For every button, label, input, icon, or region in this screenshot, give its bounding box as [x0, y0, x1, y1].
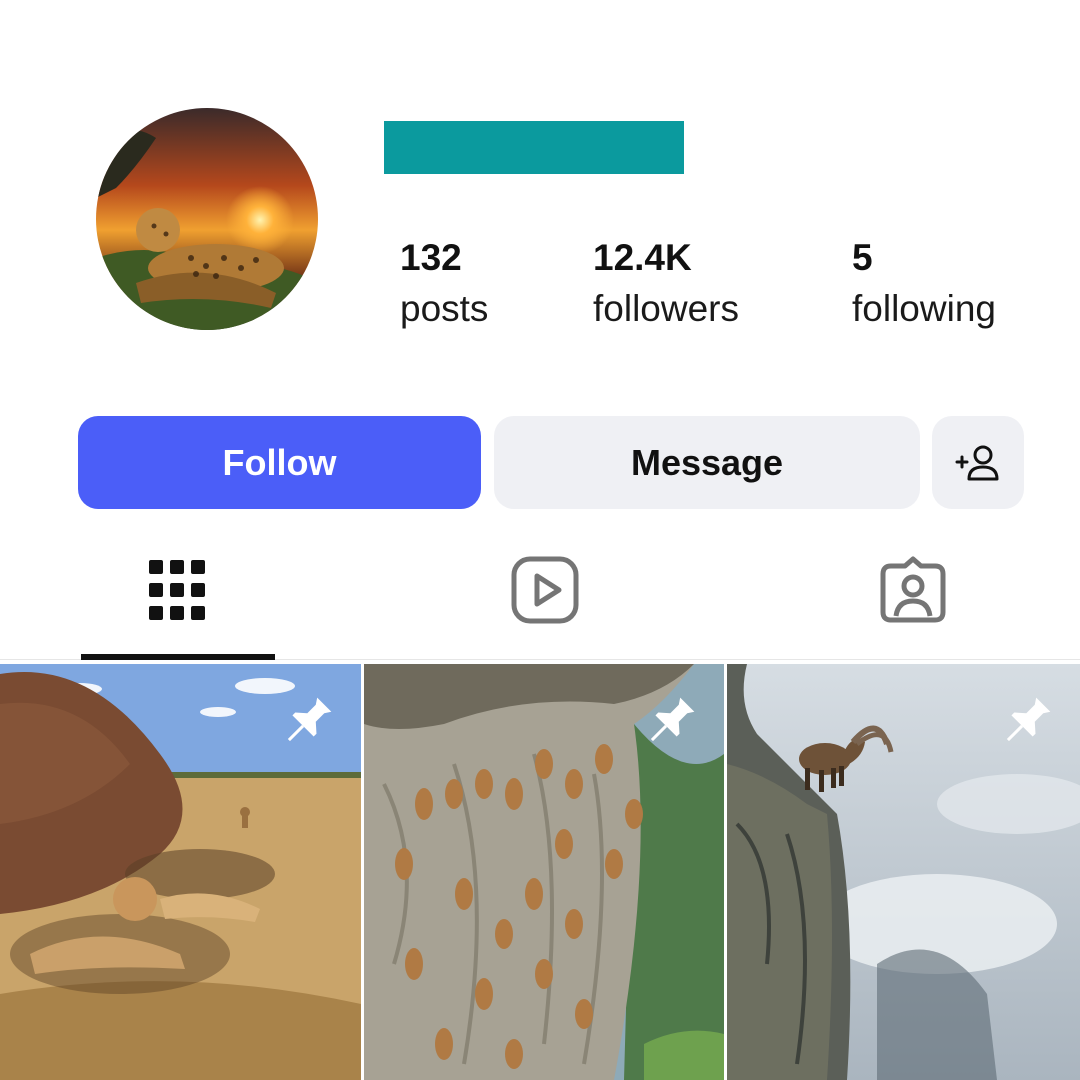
- followers-label: followers: [593, 288, 739, 329]
- posts-label: posts: [400, 288, 489, 329]
- following-count: 5: [852, 237, 873, 278]
- posts-stat[interactable]: 132 posts: [400, 236, 488, 331]
- pin-icon: [650, 697, 695, 742]
- pin-icon: [1006, 697, 1051, 742]
- leopard-sunset-avatar: [96, 108, 318, 330]
- post-thumbnail-ibex-cliff[interactable]: [727, 664, 1080, 1080]
- tab-tagged[interactable]: [877, 552, 949, 628]
- tagged-person-icon: [880, 556, 946, 623]
- profile-avatar[interactable]: [96, 108, 318, 330]
- username-redacted: [384, 121, 684, 174]
- followers-count: 12.4K: [593, 237, 692, 278]
- followers-stat[interactable]: 12.4K followers: [593, 236, 739, 331]
- message-button[interactable]: Message: [494, 416, 920, 509]
- pin-icon: [287, 697, 332, 742]
- posts-count: 132: [400, 237, 462, 278]
- post-thumbnail-ibex-herd[interactable]: [364, 664, 724, 1080]
- following-stat[interactable]: 5 following: [852, 236, 996, 331]
- follow-button[interactable]: Follow: [78, 416, 481, 509]
- suggest-users-button[interactable]: [932, 416, 1024, 509]
- following-label: following: [852, 288, 996, 329]
- posts-grid: [0, 664, 1080, 1080]
- tab-posts-grid[interactable]: [141, 552, 213, 628]
- tab-reels[interactable]: [509, 552, 581, 628]
- active-tab-indicator: [81, 654, 275, 660]
- grid-icon: [149, 560, 205, 620]
- add-person-icon: [955, 445, 999, 480]
- reels-icon: [511, 556, 579, 624]
- post-thumbnail-lions[interactable]: [0, 664, 361, 1080]
